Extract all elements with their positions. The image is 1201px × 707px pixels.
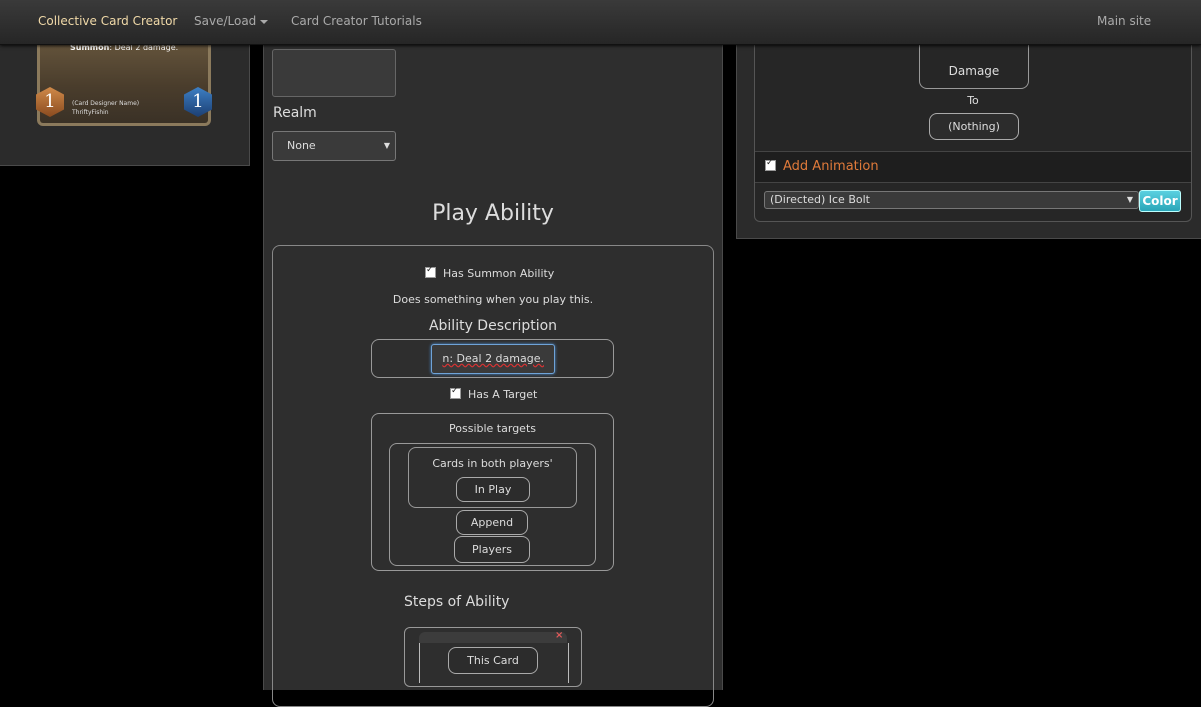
card-designer-label: (Card Designer Name) — [72, 100, 140, 107]
tutorials-link[interactable]: Card Creator Tutorials — [291, 14, 422, 28]
caret-down-icon — [260, 19, 269, 24]
play-ability-title: Play Ability — [432, 201, 554, 226]
save-load-label: Save/Load — [194, 14, 257, 28]
has-summon-label: Has Summon Ability — [443, 267, 555, 280]
has-summon-checkbox[interactable] — [425, 265, 436, 278]
animation-select-value: (Directed) Ice Bolt — [770, 193, 870, 206]
top-navbar: Collective Card Creator Save/Load Card C… — [0, 0, 1201, 45]
play-ability-box: Has Summon Ability Does something when y… — [272, 245, 714, 707]
animation-panel: Damage To (Nothing) Add Animation (Direc… — [736, 30, 1201, 239]
ability-editor-panel: Realm None ▼ Play Ability Has Summon Abi… — [263, 30, 723, 707]
add-animation-checkbox[interactable] — [765, 158, 776, 171]
select-arrow-icon: ▼ — [383, 141, 390, 150]
realm-select[interactable]: None ▼ — [272, 131, 396, 161]
has-summon-row[interactable]: Has Summon Ability — [425, 265, 555, 280]
possible-targets-label: Possible targets — [449, 422, 536, 435]
has-target-label: Has A Target — [468, 388, 538, 401]
save-load-dropdown[interactable]: Save/Load — [194, 14, 269, 28]
realm-select-value: None — [287, 139, 316, 152]
card-mana-cost: 1 — [36, 87, 64, 117]
card-text-textarea[interactable] — [272, 49, 396, 97]
main-site-link[interactable]: Main site — [1097, 14, 1151, 28]
close-step-icon[interactable]: × — [555, 630, 563, 641]
realm-label: Realm — [273, 105, 317, 121]
step-body: This Card — [419, 643, 569, 683]
damage-label: Damage — [948, 64, 1000, 78]
add-animation-toggle[interactable]: Add Animation — [765, 158, 879, 174]
step-header — [419, 632, 567, 643]
animation-select[interactable]: (Directed) Ice Bolt ▼ — [764, 191, 1139, 209]
ability-description-value: n: Deal 2 damage. — [442, 352, 544, 365]
card-stat: 1 — [184, 87, 212, 117]
steps-of-ability-label: Steps of Ability — [404, 594, 510, 610]
card-designer: (Card Designer Name) ThriftyFishin — [72, 99, 139, 117]
to-label: To — [967, 94, 979, 107]
summon-description: Does something when you play this. — [392, 293, 594, 306]
players-button[interactable]: Players — [454, 536, 530, 563]
card-designer-name: ThriftyFishin — [72, 109, 109, 116]
append-button[interactable]: Append — [456, 510, 528, 535]
effect-inner-panel: Damage To (Nothing) Add Animation (Direc… — [754, 31, 1192, 222]
ability-description-box: n: Deal 2 damage. — [371, 339, 614, 378]
select-arrow-icon: ▼ — [1126, 195, 1133, 204]
color-button[interactable]: Color — [1139, 190, 1181, 212]
cards-in-both-label: Cards in both players' — [432, 457, 553, 470]
ability-step-box: × This Card — [404, 627, 582, 687]
target-nothing-button[interactable]: (Nothing) — [929, 113, 1019, 140]
card-preview-panel: Summon: Deal 2 damage. 1 (Card Designer … — [0, 30, 250, 166]
brand-link[interactable]: Collective Card Creator — [38, 14, 177, 28]
in-play-button[interactable]: In Play — [456, 477, 530, 502]
has-target-checkbox[interactable] — [450, 386, 461, 399]
add-animation-row: Add Animation — [755, 151, 1191, 183]
targets-group: Cards in both players' In Play Append Pl… — [389, 443, 596, 566]
has-target-row[interactable]: Has A Target — [450, 386, 538, 401]
card-preview: Summon: Deal 2 damage. 1 (Card Designer … — [36, 31, 212, 126]
add-animation-label: Add Animation — [783, 159, 879, 174]
ability-description-label: Ability Description — [428, 318, 558, 334]
ability-description-input[interactable]: n: Deal 2 damage. — [431, 344, 555, 374]
this-card-button[interactable]: This Card — [448, 647, 538, 674]
cards-in-both-box: Cards in both players' In Play — [408, 447, 577, 508]
possible-targets-box: Possible targets Cards in both players' … — [371, 413, 614, 571]
